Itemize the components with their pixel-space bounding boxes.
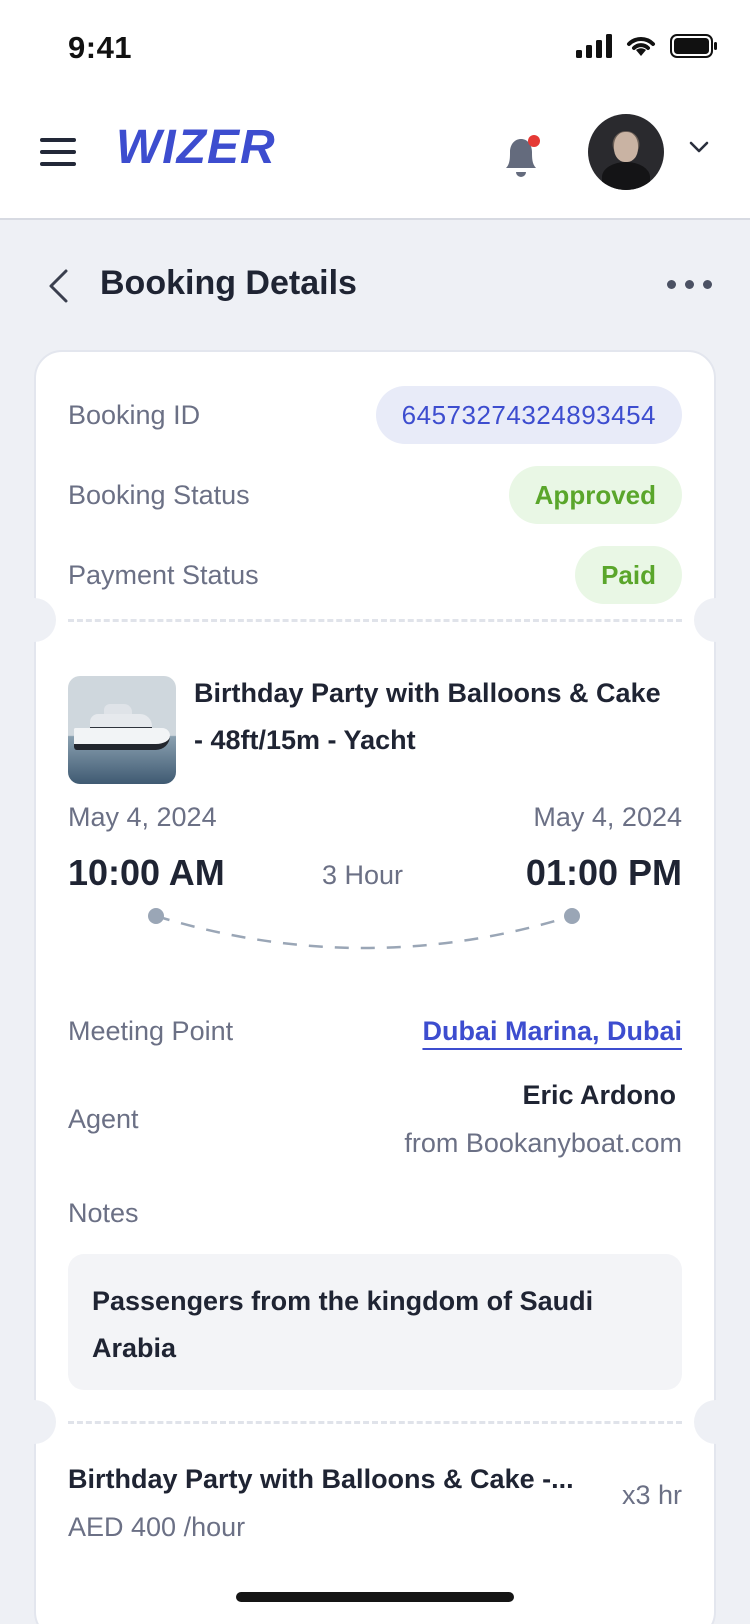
ticket-notch-right-2 — [694, 1400, 738, 1444]
booking-card: Booking ID 64573274324893454 Booking Sta… — [12, 350, 738, 1624]
agent-source: from Bookanyboat.com — [404, 1128, 682, 1158]
ticket-notch-left — [12, 598, 56, 642]
trip-duration: 3 Hour — [322, 860, 404, 890]
notification-bell-icon[interactable] — [498, 132, 544, 182]
booking-id-row: Booking ID 64573274324893454 — [68, 386, 682, 444]
line-item-price: AED 400 /hour — [68, 1512, 246, 1542]
cellular-signal-icon — [576, 34, 612, 58]
payment-status-label: Payment Status — [68, 559, 259, 590]
trip-route-arc — [148, 908, 580, 950]
page-header: Booking Details — [0, 240, 750, 330]
status-time: 9:41 — [68, 30, 133, 65]
wifi-icon — [627, 37, 655, 56]
booking-status-row: Booking Status Approved — [68, 466, 682, 524]
booking-status-badge: Approved — [508, 466, 682, 524]
line-item-quantity: x3 hr — [621, 1480, 682, 1510]
meeting-point-label: Meeting Point — [68, 1015, 234, 1046]
payment-status-badge: Paid — [575, 546, 682, 604]
start-time: 10:00 AM — [68, 852, 225, 893]
page-title: Booking Details — [100, 264, 357, 302]
system-icons — [576, 34, 718, 58]
agent-label: Agent — [68, 1104, 139, 1134]
ticket-notch-right — [694, 598, 738, 642]
yacht-thumbnail — [68, 676, 176, 784]
start-date: May 4, 2024 — [68, 802, 217, 832]
battery-icon — [670, 34, 717, 58]
app-logo[interactable]: WIZER — [116, 120, 276, 175]
payment-status-row: Payment Status Paid — [68, 546, 682, 604]
agent-name: Eric Ardono — [522, 1080, 676, 1110]
app-header: WIZER — [0, 96, 750, 220]
booking-id-label: Booking ID — [68, 399, 201, 430]
booking-status-label: Booking Status — [68, 479, 250, 510]
end-time: 01:00 PM — [525, 852, 682, 893]
end-date: May 4, 2024 — [533, 802, 682, 832]
notes-label: Notes — [68, 1198, 139, 1228]
trip-title: Birthday Party with Balloons & Cake - 48… — [194, 678, 661, 755]
home-indicator — [236, 1592, 514, 1602]
meeting-point-row: Meeting Point Dubai Marina, Dubai — [68, 1002, 682, 1060]
dashed-divider-2 — [68, 1421, 682, 1424]
status-bar: 9:41 — [0, 0, 750, 96]
hamburger-menu-icon[interactable] — [40, 138, 76, 168]
chevron-down-icon[interactable] — [688, 136, 710, 158]
user-avatar[interactable] — [588, 114, 664, 190]
ticket-notch-left-2 — [12, 1400, 56, 1444]
dashed-divider — [68, 619, 682, 622]
back-arrow-icon[interactable] — [44, 268, 72, 304]
more-options-icon[interactable] — [667, 280, 712, 289]
notes-text: Passengers from the kingdom of Saudi Ara… — [68, 1254, 682, 1390]
line-item-title: Birthday Party with Balloons & Cake -... — [68, 1464, 574, 1494]
meeting-point-link[interactable]: Dubai Marina, Dubai — [422, 1016, 682, 1047]
booking-id-value: 64573274324893454 — [375, 386, 682, 444]
